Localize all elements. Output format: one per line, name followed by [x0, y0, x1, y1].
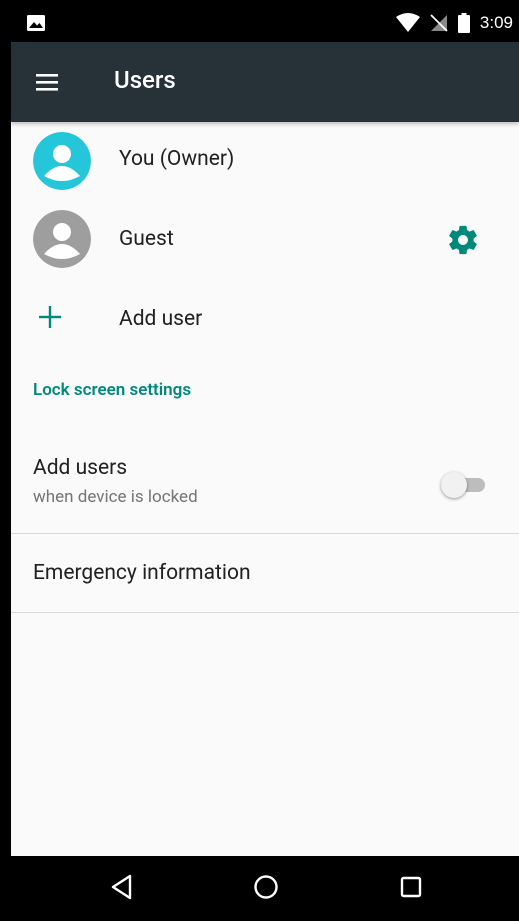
add-users-summary: when device is locked: [33, 487, 198, 507]
add-user-row[interactable]: Add user: [11, 278, 519, 356]
owner-avatar-icon: [33, 132, 91, 190]
no-sim-icon: [430, 14, 448, 32]
user-row-guest[interactable]: Guest: [11, 200, 519, 278]
lock-screen-settings-header: Lock screen settings: [33, 380, 192, 400]
emergency-information-row[interactable]: Emergency information: [11, 534, 519, 612]
back-icon[interactable]: [106, 870, 140, 904]
add-user-label: Add user: [119, 307, 203, 331]
status-time: 3:09: [479, 13, 513, 32]
owner-name: You (Owner): [119, 147, 235, 171]
status-icons: 3:09: [395, 4, 513, 42]
device-frame: 3:09 Users You (Owner) Guest Add user Lo…: [0, 0, 519, 921]
status-bar: 3:09: [11, 4, 519, 42]
battery-icon: [457, 13, 470, 33]
screen: 3:09 Users You (Owner) Guest Add user Lo…: [11, 4, 519, 917]
app-bar: Users: [11, 42, 519, 122]
emergency-information-label: Emergency information: [33, 561, 251, 585]
home-icon[interactable]: [249, 870, 283, 904]
add-users-title: Add users: [33, 456, 128, 480]
recents-icon[interactable]: [394, 870, 428, 904]
add-users-toggle[interactable]: [441, 472, 489, 498]
divider: [11, 612, 519, 613]
gear-icon[interactable]: [446, 223, 480, 257]
page-title: Users: [114, 66, 176, 94]
toggle-thumb: [441, 472, 467, 498]
image-notification-icon: [27, 15, 45, 31]
guest-avatar-icon: [33, 210, 91, 268]
wifi-icon: [395, 13, 420, 32]
user-row-owner[interactable]: You (Owner): [11, 122, 519, 200]
plus-icon: [39, 306, 61, 328]
menu-icon[interactable]: [29, 64, 65, 100]
navigation-bar: [11, 856, 519, 917]
guest-name: Guest: [119, 227, 174, 251]
